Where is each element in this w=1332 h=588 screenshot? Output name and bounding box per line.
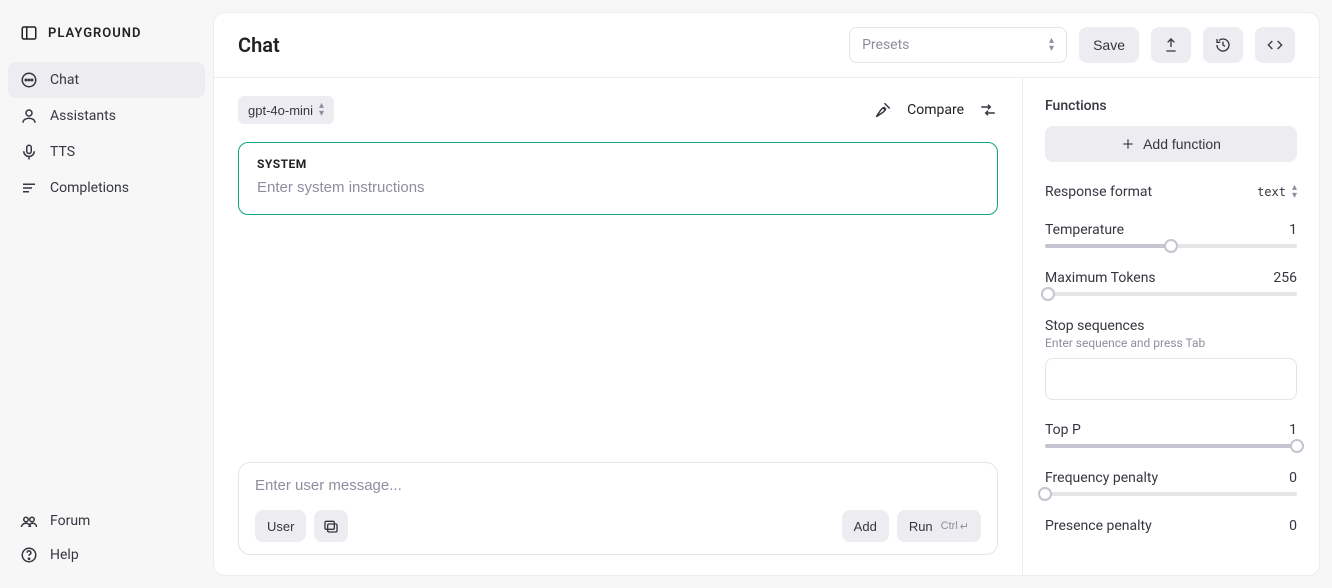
stop-sequences-hint: Enter sequence and press Tab <box>1045 336 1297 350</box>
max-tokens-value: 256 <box>1273 270 1297 286</box>
sidebar-item-assistants[interactable]: Assistants <box>8 98 205 134</box>
message-composer: User Add Run Ctrl ↵ <box>238 462 998 555</box>
completions-icon <box>20 179 38 197</box>
max-tokens-slider[interactable] <box>1045 292 1297 296</box>
chevron-updown-icon: ▴▾ <box>1049 37 1054 53</box>
response-format-selector[interactable]: text ▴▾ <box>1257 184 1297 200</box>
playground-icon <box>20 24 38 42</box>
enter-icon: ↵ <box>960 520 969 533</box>
model-selector[interactable]: gpt-4o-mini ▴▾ <box>238 96 334 124</box>
chevron-updown-icon: ▴▾ <box>1292 184 1297 200</box>
run-button[interactable]: Run Ctrl ↵ <box>897 510 981 542</box>
top-p-slider[interactable] <box>1045 444 1297 448</box>
frequency-penalty-value: 0 <box>1289 470 1297 486</box>
mic-icon <box>20 143 38 161</box>
sidebar-item-label: Forum <box>50 513 90 529</box>
run-label: Run <box>909 519 933 534</box>
sidebar-item-label: Completions <box>50 180 129 196</box>
history-button[interactable] <box>1203 27 1243 63</box>
code-icon <box>1266 37 1284 53</box>
assistant-icon <box>20 107 38 125</box>
attach-image-button[interactable] <box>314 510 348 542</box>
chat-area: gpt-4o-mini ▴▾ Compare SYSTEM <box>214 78 1023 575</box>
upload-icon <box>1163 37 1179 53</box>
chevron-updown-icon: ▴▾ <box>319 102 324 118</box>
frequency-penalty-label: Frequency penalty <box>1045 470 1158 486</box>
temperature-slider[interactable] <box>1045 244 1297 248</box>
system-label: SYSTEM <box>257 157 979 171</box>
plus-icon <box>1121 137 1135 151</box>
sidebar-item-label: TTS <box>50 144 75 160</box>
history-icon <box>1215 37 1231 53</box>
topbar: Chat Presets ▴▾ Save <box>214 13 1319 78</box>
presence-penalty-value: 0 <box>1289 518 1297 534</box>
frequency-penalty-slider[interactable] <box>1045 492 1297 496</box>
add-function-button[interactable]: Add function <box>1045 126 1297 162</box>
system-prompt-box[interactable]: SYSTEM <box>238 142 998 215</box>
main-panel: Chat Presets ▴▾ Save <box>213 12 1320 576</box>
temperature-label: Temperature <box>1045 222 1124 238</box>
sidebar-item-help[interactable]: Help <box>8 538 205 572</box>
model-name: gpt-4o-mini <box>248 103 313 118</box>
chat-header: gpt-4o-mini ▴▾ Compare <box>238 96 998 124</box>
response-format-value: text <box>1257 185 1286 199</box>
add-function-label: Add function <box>1143 136 1221 152</box>
settings-panel: Functions Add function Response format t… <box>1023 78 1319 575</box>
upload-button[interactable] <box>1151 27 1191 63</box>
run-shortcut: Ctrl ↵ <box>941 520 969 533</box>
response-format-label: Response format <box>1045 184 1152 200</box>
add-message-button[interactable]: Add <box>842 510 889 542</box>
user-message-input[interactable] <box>255 477 981 494</box>
sidebar-item-label: Chat <box>50 72 79 88</box>
stop-sequences-input[interactable] <box>1045 358 1297 400</box>
sidebar-title-label: PLAYGROUND <box>48 26 141 41</box>
sidebar-item-tts[interactable]: TTS <box>8 134 205 170</box>
sidebar-item-completions[interactable]: Completions <box>8 170 205 206</box>
save-button[interactable]: Save <box>1079 27 1139 63</box>
functions-heading: Functions <box>1045 98 1297 114</box>
top-p-label: Top P <box>1045 422 1081 438</box>
code-button[interactable] <box>1255 27 1295 63</box>
forum-icon <box>20 512 38 530</box>
chat-icon <box>20 71 38 89</box>
temperature-value: 1 <box>1289 222 1297 238</box>
broom-icon[interactable] <box>873 100 893 120</box>
presets-label: Presets <box>862 37 909 53</box>
sidebar-item-label: Assistants <box>50 108 116 124</box>
max-tokens-label: Maximum Tokens <box>1045 270 1156 286</box>
sidebar-title: PLAYGROUND <box>8 16 205 62</box>
role-toggle-button[interactable]: User <box>255 510 306 542</box>
compare-arrows-icon[interactable] <box>978 100 998 120</box>
top-p-value: 1 <box>1289 422 1297 438</box>
image-icon <box>323 518 339 534</box>
presets-dropdown[interactable]: Presets ▴▾ <box>849 27 1067 63</box>
compare-button[interactable]: Compare <box>907 102 964 118</box>
help-icon <box>20 546 38 564</box>
sidebar-item-label: Help <box>50 547 79 563</box>
system-input[interactable] <box>257 179 979 196</box>
stop-sequences-label: Stop sequences <box>1045 318 1297 334</box>
sidebar-item-forum[interactable]: Forum <box>8 504 205 538</box>
presence-penalty-label: Presence penalty <box>1045 518 1152 534</box>
sidebar: PLAYGROUND Chat Assistants TTS <box>0 0 213 588</box>
sidebar-item-chat[interactable]: Chat <box>8 62 205 98</box>
page-title: Chat <box>238 33 837 57</box>
